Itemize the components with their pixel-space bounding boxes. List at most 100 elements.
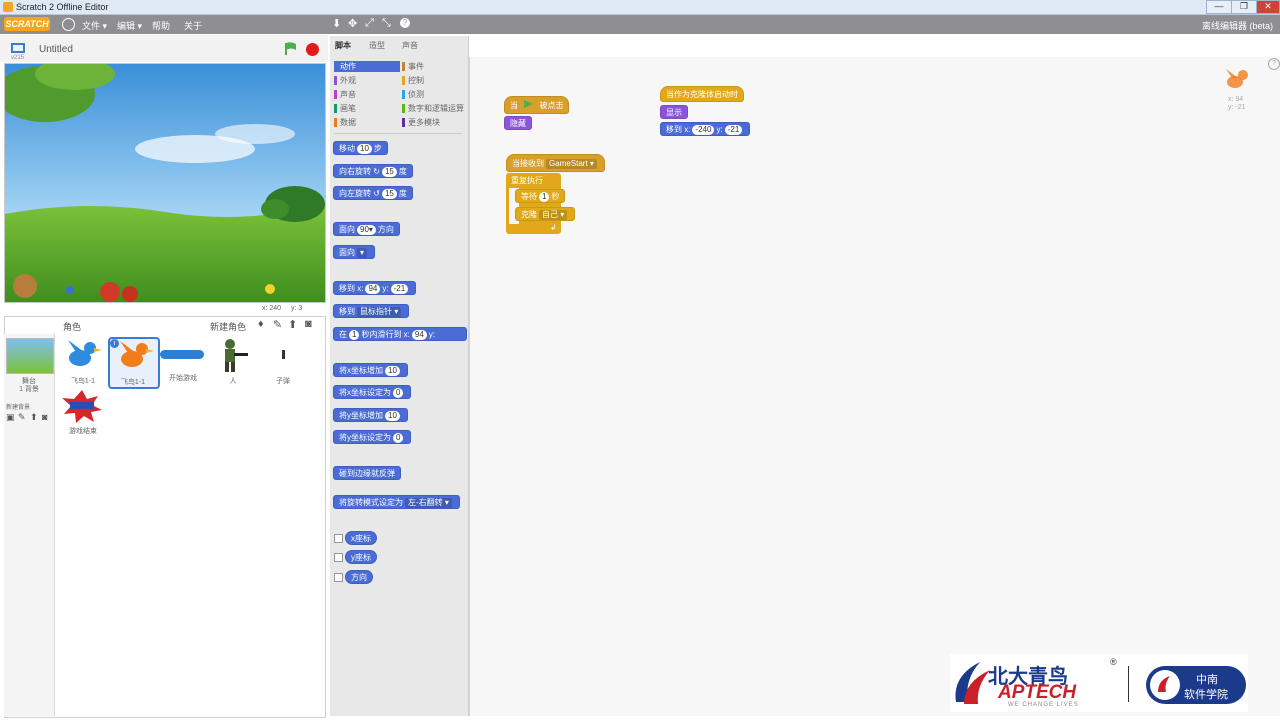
block-goto-xy-script[interactable]: 移到 x: -240 y: -21 (660, 122, 751, 136)
stage-backdrop-count: 1 背景 (19, 386, 39, 393)
backdrop-library-icon[interactable]: ▣ (6, 412, 15, 423)
stage-thumbnail[interactable] (6, 338, 54, 374)
aptech-banner: 北大青鸟 ® APTECH WE CHANGE LIVES 中南 软件学院 (950, 654, 1248, 712)
paint-sprite-icon[interactable]: ✎ (273, 318, 282, 331)
palette-divider (334, 133, 462, 134)
upload-backdrop-icon[interactable]: ⬆ (30, 412, 38, 423)
bullet-icon (282, 350, 285, 359)
block-bounce-on-edge[interactable]: 碰到边缘就反弹 (333, 466, 401, 480)
bird-blue-icon (68, 340, 102, 366)
hat-when-start-as-clone[interactable]: 当作为克隆体启动时 (660, 86, 744, 102)
hat-when-flag-clicked[interactable]: 当 被点击 (504, 96, 570, 114)
shrink-icon[interactable]: ⤡ (382, 17, 391, 30)
close-button[interactable]: ✕ (1256, 0, 1280, 14)
tab-scripts[interactable]: 脚本 (335, 40, 351, 51)
grow-icon[interactable]: ⤢ (365, 17, 374, 30)
category-control[interactable]: 控制 (402, 75, 472, 86)
current-sprite-icon (1226, 69, 1248, 88)
green-flag-icon (524, 100, 534, 108)
loop-arrow-icon: ↲ (550, 223, 557, 232)
banner-divider (1128, 666, 1129, 702)
new-sprite-label: 新建角色 (210, 322, 247, 332)
globe-icon[interactable] (62, 18, 75, 31)
x-position-checkbox[interactable] (334, 534, 343, 543)
version-label: v215 (11, 55, 25, 61)
green-flag-icon[interactable] (284, 42, 298, 56)
block-change-y[interactable]: 将y坐标增加 10 (333, 408, 408, 422)
backdrop-camera-icon[interactable]: ◙ (42, 412, 47, 422)
sprite-tile[interactable]: 游戏结束 (58, 388, 106, 436)
category-sound[interactable]: 声音 (334, 89, 400, 100)
direction-checkbox[interactable] (334, 573, 343, 582)
block-create-clone[interactable]: 克隆 自己 ▾ (515, 207, 576, 221)
help-icon[interactable]: ? (400, 18, 410, 28)
block-point-towards[interactable]: 面向 ▾ (333, 245, 376, 259)
window-title: Scratch 2 Offline Editor (16, 2, 109, 12)
sprite-name: 飞鸟1-1 (120, 379, 146, 386)
minimize-button[interactable]: — (1206, 0, 1232, 14)
block-point-in-direction[interactable]: 面向 90▾ 方向 (333, 222, 400, 236)
sprite-tile-selected[interactable]: i 飞鸟1-1 (108, 337, 160, 389)
block-set-x[interactable]: 将x坐标设定为 0 (333, 385, 412, 399)
sprite-name: 开始游戏 (169, 375, 197, 382)
category-looks[interactable]: 外观 (334, 75, 400, 86)
menu-help[interactable]: 帮助 (152, 19, 170, 32)
menu-about[interactable]: 关于 (184, 19, 202, 32)
sprites-header: 角色 (63, 322, 82, 332)
upload-sprite-icon[interactable]: ⬆ (288, 318, 297, 331)
category-sensing[interactable]: 侦测 (402, 89, 472, 100)
mouse-y-readout: y: 3 (291, 305, 303, 312)
block-goto-xy[interactable]: 移到 x: 94 y: -21 (333, 281, 417, 295)
delete-cut-icon[interactable]: ✥ (348, 17, 357, 30)
block-change-x[interactable]: 将x坐标增加 10 (333, 363, 408, 377)
help-icon[interactable]: ? (1268, 58, 1280, 70)
block-show[interactable]: 显示 (660, 105, 688, 119)
hat-when-receive[interactable]: 当接收到 GameStart ▾ (506, 154, 605, 172)
sprite-tile[interactable]: 开始游戏 (158, 338, 206, 386)
brand-tagline: WE CHANGE LIVES (1008, 702, 1079, 708)
reporter-x-position[interactable]: x座标 (345, 531, 377, 545)
y-position-checkbox[interactable] (334, 553, 343, 562)
stop-icon[interactable] (306, 43, 319, 56)
school-name-2: 软件学院 (1184, 689, 1228, 701)
school-name-1: 中南 (1196, 674, 1218, 686)
camera-icon[interactable]: ◙ (305, 318, 312, 330)
fullscreen-icon[interactable] (11, 43, 25, 53)
category-events[interactable]: 事件 (402, 61, 472, 72)
category-more-blocks[interactable]: 更多模块 (402, 117, 472, 128)
app-icon (3, 2, 13, 12)
info-icon[interactable]: i (110, 339, 119, 348)
sprite-tile[interactable]: 子弹 (258, 338, 306, 386)
category-operators[interactable]: 数字和逻辑运算 (402, 103, 472, 114)
block-set-rotation-style[interactable]: 将旋转模式设定为 左-右翻转 ▾ (333, 495, 460, 509)
block-move-steps[interactable]: 移动 10 步 (333, 141, 388, 155)
duplicate-stamp-icon[interactable]: ⬇ (332, 17, 341, 30)
maximize-button[interactable]: ❐ (1231, 0, 1257, 14)
reporter-y-position[interactable]: y座标 (345, 550, 377, 564)
current-sprite-x: x: 94 (1228, 96, 1244, 103)
sprite-name: 飞鸟1-1 (70, 378, 96, 385)
sprite-tile[interactable]: 人 (208, 338, 256, 386)
reporter-direction[interactable]: 方向 (345, 570, 373, 584)
sprite-tile[interactable]: 飞鸟1-1 (58, 338, 106, 386)
tab-sounds[interactable]: 声音 (402, 40, 418, 51)
menu-file[interactable]: 文件 ▾ (82, 19, 107, 32)
block-turn-left[interactable]: 向左旋转 ↺ 15 度 (333, 186, 413, 200)
category-pen[interactable]: 画笔 (334, 103, 400, 114)
current-sprite-y: y: -21 (1228, 104, 1246, 111)
category-motion[interactable]: 动作 (334, 61, 400, 72)
block-hide[interactable]: 隐藏 (504, 116, 532, 130)
block-glide[interactable]: 在 1 秒内滑行到 x: 94 y: (333, 327, 467, 341)
scratch-logo[interactable]: SCRATCH (4, 17, 50, 31)
menu-edit[interactable]: 编辑 ▾ (117, 19, 142, 32)
project-title[interactable]: Untitled (39, 44, 73, 55)
block-turn-right[interactable]: 向右旋转 ↻ 15 度 (333, 164, 413, 178)
block-wait-seconds[interactable]: 等待 1 秒 (515, 189, 566, 203)
sprite-library-icon[interactable]: ♦ (258, 318, 264, 330)
stage-canvas[interactable] (4, 63, 326, 303)
tab-costumes[interactable]: 造型 (369, 40, 385, 51)
paint-backdrop-icon[interactable]: ✎ (18, 412, 26, 423)
category-data[interactable]: 数据 (334, 117, 400, 128)
block-goto[interactable]: 移到 鼠标指针 ▾ (333, 304, 410, 318)
block-set-y[interactable]: 将y坐标设定为 0 (333, 430, 412, 444)
